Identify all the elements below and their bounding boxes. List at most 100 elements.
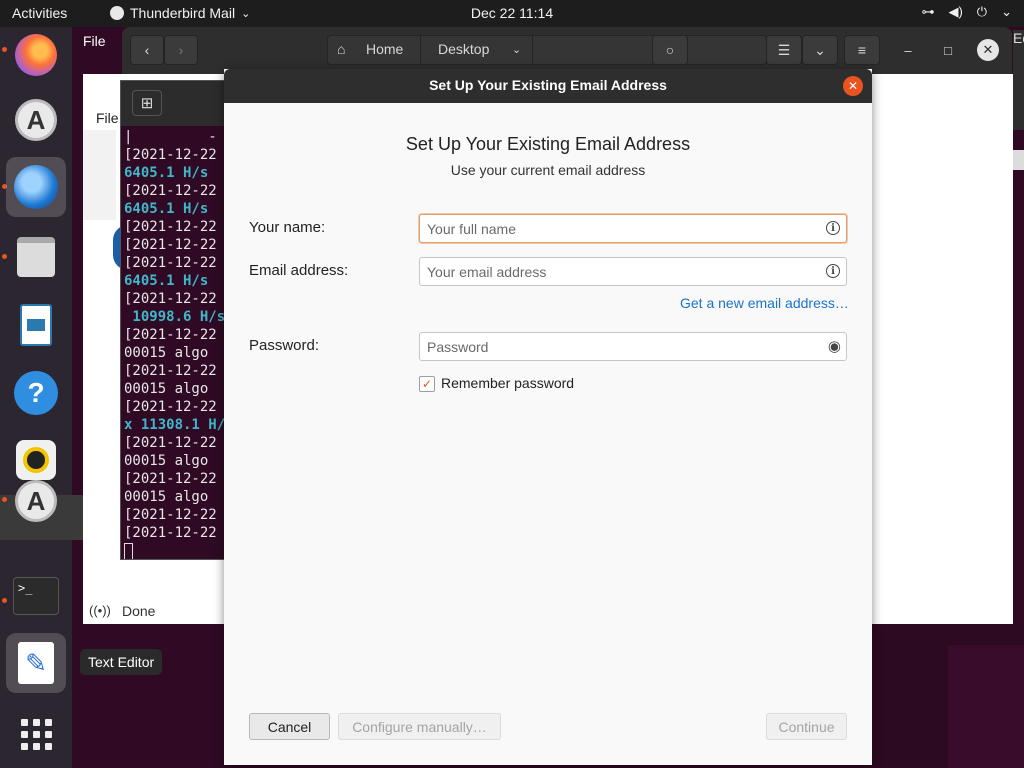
chevron-right-icon: › bbox=[178, 42, 184, 58]
dock-files[interactable] bbox=[6, 227, 66, 287]
terminal-line: x 11308.1 H/ bbox=[124, 417, 226, 433]
info-icon[interactable]: i bbox=[826, 264, 840, 278]
search-button[interactable]: ○ bbox=[652, 35, 688, 65]
checkmark-icon: ✓ bbox=[421, 377, 433, 391]
background-file-menu[interactable]: File bbox=[96, 110, 119, 126]
back-button[interactable]: ‹ bbox=[130, 35, 164, 65]
minimize-icon: – bbox=[904, 42, 912, 58]
breadcrumb-home[interactable]: Home bbox=[366, 41, 403, 57]
dock-help[interactable]: ? bbox=[6, 363, 66, 423]
terminal-icon: >_ bbox=[13, 577, 59, 615]
system-tray[interactable]: ⊶ ◀) ⏻ ⌄ bbox=[921, 4, 1012, 20]
offscreen-window-strip bbox=[1013, 150, 1024, 170]
name-input[interactable] bbox=[420, 215, 822, 242]
dock-text-editor[interactable]: ✎ bbox=[6, 633, 66, 693]
dock-firefox[interactable] bbox=[6, 25, 66, 85]
password-input[interactable] bbox=[420, 333, 822, 360]
chevron-down-icon[interactable]: ⌄ bbox=[512, 43, 521, 56]
info-icon[interactable]: i bbox=[826, 221, 840, 235]
email-label: Email address: bbox=[249, 262, 349, 279]
minimize-button[interactable]: – bbox=[897, 39, 919, 61]
terminal-line: [2021-12-22 bbox=[124, 471, 217, 487]
dialog-window-title: Set Up Your Existing Email Address bbox=[429, 77, 667, 93]
terminal-line: [2021-12-22 bbox=[124, 147, 217, 163]
terminal-output: | - [2021-12-22 6405.1 H/s [2021-12-22 6405.… bbox=[124, 128, 226, 559]
activities-button[interactable]: Activities bbox=[12, 5, 67, 21]
ubuntu-software-icon: A bbox=[15, 99, 57, 141]
get-new-email-link[interactable]: Get a new email address… bbox=[680, 295, 849, 311]
new-tab-icon: ⊞ bbox=[140, 95, 154, 112]
hamburger-menu-icon: ≡ bbox=[857, 42, 867, 58]
email-field[interactable]: i bbox=[419, 257, 847, 286]
dock-terminal[interactable]: >_ bbox=[6, 566, 66, 626]
dialog-titlebar: Set Up Your Existing Email Address ✕ bbox=[224, 69, 872, 103]
terminal-line: [2021-12-22 bbox=[124, 525, 217, 541]
network-icon: ⊶ bbox=[921, 4, 935, 19]
chevron-down-icon: ⌄ bbox=[241, 7, 251, 20]
offscreen-window-edge: Ed bbox=[1013, 30, 1024, 130]
terminal-line: 00015 algo bbox=[124, 381, 209, 397]
remember-password-label[interactable]: Remember password bbox=[441, 375, 574, 391]
ubuntu-software-icon: A bbox=[15, 480, 57, 522]
terminal-window[interactable]: ⊞ | - [2021-12-22 6405.1 H/s [2021-12-22 640… bbox=[120, 80, 230, 560]
configure-manually-button[interactable]: Configure manually… bbox=[338, 713, 501, 740]
file-menu[interactable]: File bbox=[83, 33, 106, 49]
terminal-line: [2021-12-22 bbox=[124, 219, 217, 235]
continue-button[interactable]: Continue bbox=[766, 713, 847, 740]
terminal-line: 00015 algo bbox=[124, 489, 209, 505]
terminal-line: [2021-12-22 bbox=[124, 363, 217, 379]
terminal-line: [2021-12-22 bbox=[124, 507, 217, 523]
password-field[interactable]: ◉ bbox=[419, 332, 847, 361]
thunderbird-icon bbox=[14, 165, 58, 209]
dock-ubuntu-software-2[interactable]: A bbox=[6, 471, 66, 531]
password-label: Password: bbox=[249, 337, 320, 354]
cancel-button[interactable]: Cancel bbox=[249, 713, 330, 740]
terminal-line: [2021-12-22 bbox=[124, 183, 217, 199]
terminal-line: [2021-12-22 bbox=[124, 399, 217, 415]
chevron-down-icon: ⌄ bbox=[814, 41, 826, 58]
dock-ubuntu-software[interactable]: A bbox=[6, 90, 66, 150]
forward-button[interactable]: › bbox=[164, 35, 198, 65]
libreoffice-writer-icon bbox=[20, 304, 52, 346]
dock-tooltip: Text Editor bbox=[80, 649, 163, 675]
dock-thunderbird[interactable] bbox=[6, 157, 66, 217]
list-view-button[interactable]: ☰ bbox=[766, 35, 802, 65]
files-window-header: ‹ › ⌂ Home Desktop ⌄ ○ ☰ ⌄ ≡ – □ ✕ bbox=[122, 27, 1012, 74]
terminal-line: 6405.1 H/s bbox=[124, 201, 209, 217]
app-menu[interactable]: Thunderbird Mail ⌄ bbox=[110, 5, 250, 21]
terminal-line: | - bbox=[124, 129, 217, 145]
eye-slash-icon[interactable]: ◉ bbox=[828, 337, 841, 355]
terminal-line: [2021-12-22 bbox=[124, 435, 217, 451]
menu-button[interactable]: ≡ bbox=[844, 35, 880, 65]
chevron-down-icon: ⌄ bbox=[1001, 4, 1012, 19]
email-input[interactable] bbox=[420, 258, 822, 285]
grid-icon bbox=[20, 718, 52, 750]
top-bar: Activities Thunderbird Mail ⌄ Dec 22 11:… bbox=[0, 0, 1024, 27]
dock-writer[interactable] bbox=[6, 295, 66, 355]
dialog-close-button[interactable]: ✕ bbox=[843, 76, 863, 96]
terminal-line: 00015 algo bbox=[124, 453, 209, 469]
name-field[interactable]: i bbox=[419, 214, 847, 243]
terminal-line: [2021-12-22 bbox=[124, 291, 217, 307]
files-icon bbox=[17, 237, 55, 277]
terminal-line: 10998.6 H/s bbox=[124, 309, 226, 325]
app-menu-label: Thunderbird Mail bbox=[130, 5, 236, 21]
list-icon: ☰ bbox=[777, 41, 791, 58]
terminal-header: ⊞ bbox=[121, 81, 229, 126]
maximize-icon: □ bbox=[944, 42, 952, 58]
help-icon: ? bbox=[14, 371, 58, 415]
wifi-signal-icon: ((•)) bbox=[89, 603, 111, 618]
terminal-line: 6405.1 H/s bbox=[124, 165, 209, 181]
terminal-line: 00015 algo bbox=[124, 345, 209, 361]
breadcrumb-desktop[interactable]: Desktop bbox=[438, 41, 489, 57]
new-tab-button[interactable]: ⊞ bbox=[132, 90, 162, 116]
show-applications-button[interactable] bbox=[6, 704, 66, 764]
maximize-button[interactable]: □ bbox=[937, 39, 959, 61]
close-icon: ✕ bbox=[847, 79, 859, 93]
close-button[interactable]: ✕ bbox=[977, 39, 999, 61]
name-label: Your name: bbox=[249, 219, 326, 236]
remember-password-checkbox[interactable]: ✓ bbox=[419, 376, 435, 392]
view-options-button[interactable]: ⌄ bbox=[802, 35, 838, 65]
page-title: Set Up Your Existing Email Address bbox=[405, 134, 691, 154]
status-bar: ((•)) Done bbox=[83, 599, 223, 624]
